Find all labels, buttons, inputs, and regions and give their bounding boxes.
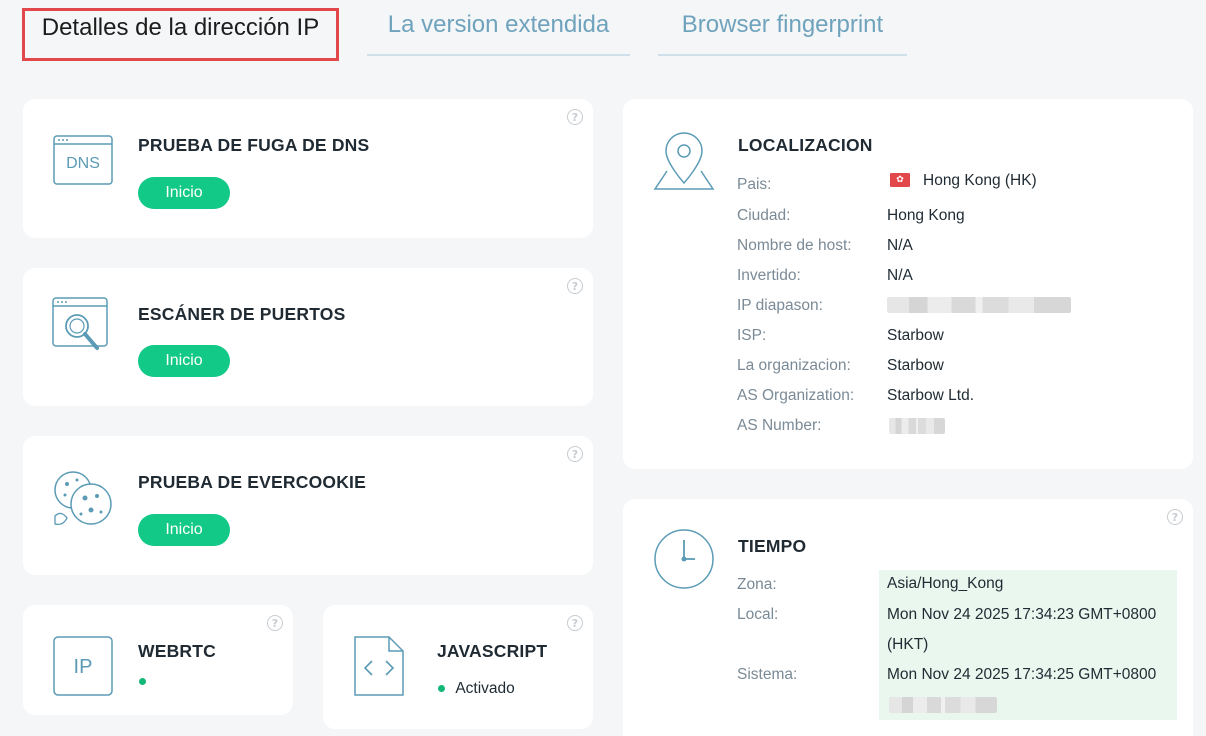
help-icon[interactable]: ? <box>567 446 583 462</box>
ip-range-redacted <box>887 297 1071 313</box>
svg-text:IP: IP <box>74 656 93 678</box>
dns-leak-card: DNS PRUEBA DE FUGA DE DNS Inicio ? <box>23 99 593 238</box>
tab-bar: Detalles de la dirección IP La version e… <box>0 0 1206 70</box>
location-title: LOCALIZACION <box>738 135 873 155</box>
javascript-card: JAVASCRIPT Activado ? <box>323 605 593 729</box>
cookies-icon <box>54 471 112 526</box>
time-title: TIEMPO <box>738 536 807 556</box>
port-scanner-card: ESCÁNER DE PUERTOS Inicio ? <box>23 268 593 406</box>
evercookie-card: PRUEBA DE EVERCOOKIE Inicio ? <box>23 436 593 575</box>
magnifier-window-icon <box>52 297 108 350</box>
clock-icon <box>654 529 714 589</box>
as-number-redacted <box>889 418 945 434</box>
evercookie-start-button[interactable]: Inicio <box>138 514 230 546</box>
time-card: TIEMPO ? Zona: Asia/Hong_Kong Local: Mon… <box>623 499 1193 736</box>
dns-start-button[interactable]: Inicio <box>138 177 230 209</box>
evercookie-title: PRUEBA DE EVERCOOKIE <box>138 472 366 492</box>
dns-leak-title: PRUEBA DE FUGA DE DNS <box>138 135 370 155</box>
help-icon[interactable]: ? <box>1167 509 1183 525</box>
javascript-status-dot <box>438 685 445 693</box>
svg-text:DNS: DNS <box>66 155 100 172</box>
tab-ip-details[interactable]: Detalles de la dirección IP <box>22 8 339 61</box>
webrtc-title: WEBRTC <box>138 641 216 661</box>
hk-flag-icon: ✿ <box>890 173 910 187</box>
tab-extended-version[interactable]: La version extendida <box>367 8 630 58</box>
code-file-icon <box>354 636 404 696</box>
javascript-status: Activado <box>438 680 515 698</box>
help-icon[interactable]: ? <box>567 278 583 294</box>
tab-browser-fingerprint[interactable]: Browser fingerprint <box>658 8 907 58</box>
javascript-title: JAVASCRIPT <box>437 641 548 661</box>
webrtc-card: IP WEBRTC ? <box>23 605 293 715</box>
ports-start-button[interactable]: Inicio <box>138 345 230 377</box>
help-icon[interactable]: ? <box>567 615 583 631</box>
webrtc-status-dot <box>139 678 146 685</box>
help-icon[interactable]: ? <box>567 109 583 125</box>
ip-icon: IP <box>53 636 113 696</box>
dns-icon: DNS <box>53 135 113 185</box>
map-pin-icon <box>653 132 715 190</box>
help-icon[interactable]: ? <box>267 615 283 631</box>
port-scanner-title: ESCÁNER DE PUERTOS <box>138 304 346 324</box>
system-time-redacted <box>889 697 997 713</box>
location-card: LOCALIZACION Pais: ✿ Hong Kong (HK) Ciud… <box>623 99 1193 469</box>
